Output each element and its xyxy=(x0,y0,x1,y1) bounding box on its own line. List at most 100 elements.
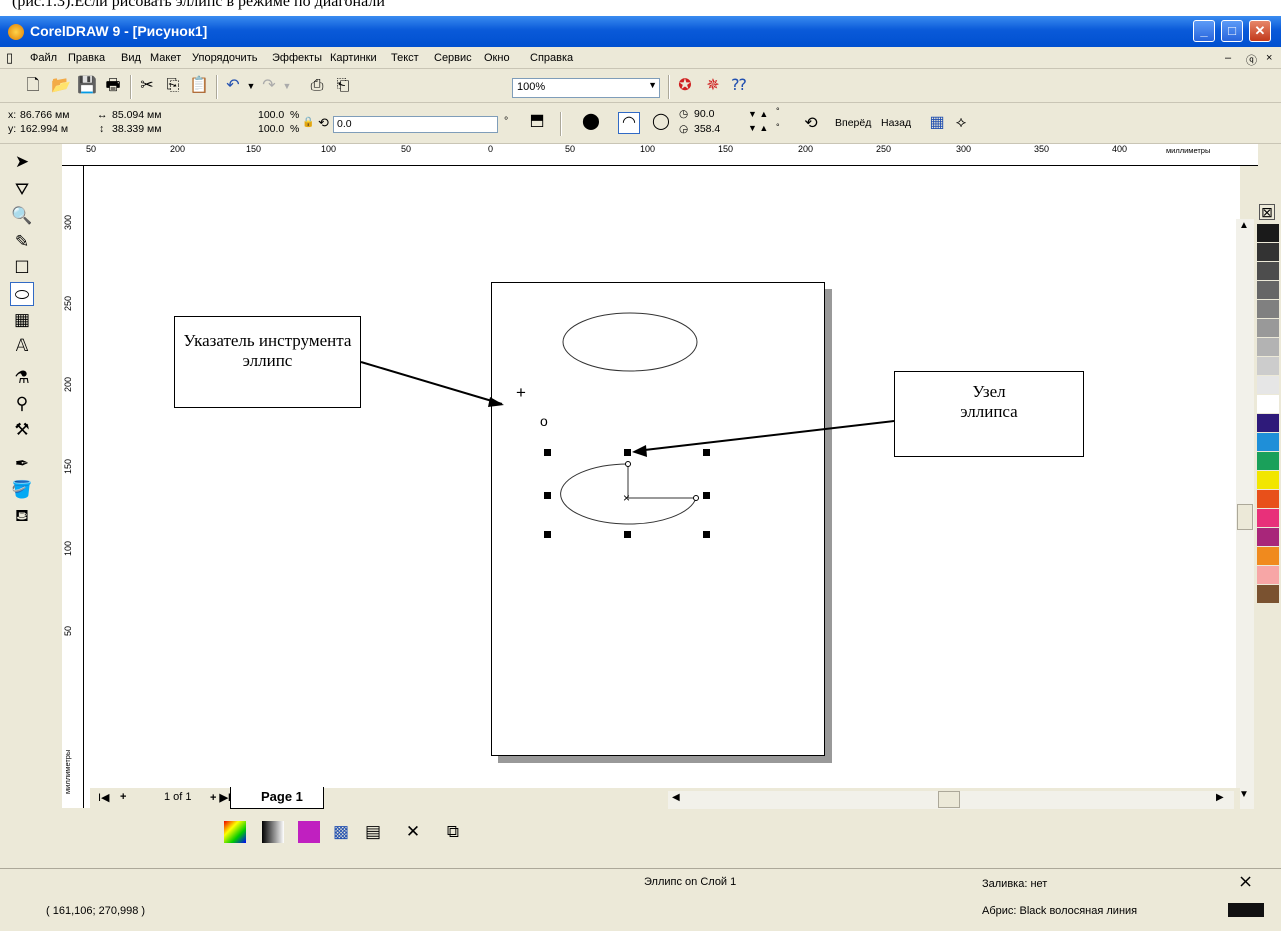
start-angle-value[interactable]: 90.0 xyxy=(694,108,714,120)
outline-tool-icon[interactable]: ✒ xyxy=(10,452,34,476)
texture-fill-icon[interactable]: ▩ xyxy=(330,821,352,843)
import-icon[interactable]: ⎙ xyxy=(306,76,328,96)
back-button[interactable]: Назад xyxy=(881,117,911,129)
freehand-tool-icon[interactable]: ✎ xyxy=(10,230,34,254)
scale-y-value[interactable]: 100.0 xyxy=(258,123,284,135)
palette-swatch[interactable] xyxy=(1257,224,1279,243)
selection-handle[interactable] xyxy=(703,449,710,456)
no-color-swatch[interactable]: ⊠ xyxy=(1259,204,1275,220)
palette-swatch[interactable] xyxy=(1257,262,1279,281)
fountain-fill-icon[interactable] xyxy=(262,821,284,843)
pattern-fill-icon[interactable] xyxy=(298,821,320,843)
palette-swatch[interactable] xyxy=(1257,338,1279,357)
palette-swatch[interactable] xyxy=(1257,281,1279,300)
menu-view[interactable]: Вид xyxy=(121,52,141,64)
convert-to-curves-icon[interactable]: ⟡ xyxy=(950,113,972,133)
y-position-value[interactable]: 162.994 м xyxy=(20,123,68,135)
palette-swatch[interactable] xyxy=(1257,528,1279,547)
open-folder-icon[interactable]: 📂 xyxy=(50,76,72,96)
palette-swatch[interactable] xyxy=(1257,547,1279,566)
palette-swatch[interactable] xyxy=(1257,243,1279,262)
add-page-after-icon[interactable]: + ▶I xyxy=(210,791,231,804)
palette-swatch[interactable] xyxy=(1257,395,1279,414)
copy-icon[interactable]: ⎘ xyxy=(162,76,184,96)
menu-bitmaps[interactable]: Картинки xyxy=(330,52,377,64)
menu-file[interactable]: Файл xyxy=(30,52,57,64)
shape-tool-icon[interactable]: ⛛ xyxy=(10,178,34,202)
zoom-tool-icon[interactable]: 🔍 xyxy=(10,204,34,228)
graph-paper-tool-icon[interactable]: ▦ xyxy=(10,308,34,332)
palette-swatch[interactable] xyxy=(1257,566,1279,585)
save-icon[interactable]: 💾 xyxy=(76,76,98,96)
palette-swatch[interactable] xyxy=(1257,414,1279,433)
height-value[interactable]: 38.339 мм xyxy=(112,123,161,135)
add-page-before-icon[interactable]: + xyxy=(120,791,126,803)
eyedropper-tool-icon[interactable]: ⚲ xyxy=(10,392,34,416)
palette-swatch[interactable] xyxy=(1257,452,1279,471)
tab-page-1[interactable]: Page 1 xyxy=(230,787,324,809)
menu-tools[interactable]: Сервис xyxy=(434,52,472,64)
interactive-fill-tool-icon[interactable]: ⚒ xyxy=(10,418,34,442)
palette-swatch[interactable] xyxy=(1257,490,1279,509)
scroll-left-icon[interactable]: ◀ xyxy=(672,792,680,803)
menu-edit[interactable]: Правка xyxy=(68,52,105,64)
palette-swatch[interactable] xyxy=(1257,357,1279,376)
mirror-buttons-icon[interactable]: ⬒ xyxy=(526,111,548,131)
vertical-scrollbar[interactable]: ▲ ▼ xyxy=(1236,219,1254,809)
scale-x-value[interactable]: 100.0 xyxy=(258,109,284,121)
x-position-value[interactable]: 86.766 мм xyxy=(20,109,69,121)
selection-handle[interactable] xyxy=(703,531,710,538)
doc-minimize-button[interactable]: – xyxy=(1225,52,1231,64)
corel-application-launcher-icon[interactable]: ✪ xyxy=(674,76,696,96)
new-file-icon[interactable]: 🗋 xyxy=(22,76,44,96)
document-icon[interactable]: ▯ xyxy=(6,50,13,66)
menu-window[interactable]: Окно xyxy=(484,52,510,64)
pick-tool-icon[interactable]: ➤ xyxy=(10,150,34,174)
pie-mode-icon[interactable]: ◠ xyxy=(618,112,640,134)
corel-online-icon[interactable]: ✵ xyxy=(702,76,724,96)
zoom-combo[interactable]: 100% ▼ xyxy=(512,78,660,98)
close-button[interactable]: ✕ xyxy=(1249,20,1271,42)
top-ruler[interactable]: 50 200 150 100 50 0 50 100 150 200 250 3… xyxy=(62,144,1258,166)
color-docker-icon[interactable]: ⧉ xyxy=(442,821,464,843)
palette-swatch[interactable] xyxy=(1257,433,1279,452)
palette-swatch[interactable] xyxy=(1257,585,1279,604)
lock-ratio-icon[interactable]: 🔒 xyxy=(302,117,314,128)
menu-text[interactable]: Текст xyxy=(391,52,419,64)
left-ruler[interactable]: 300 250 200 150 100 50 миллиметры xyxy=(62,166,84,808)
palette-swatch[interactable] xyxy=(1257,319,1279,338)
horizontal-scrollbar[interactable]: ◀ ▶ xyxy=(668,791,1234,809)
rotation-input[interactable]: 0.0 xyxy=(333,116,498,133)
selection-handle[interactable] xyxy=(624,449,631,456)
ellipse-node[interactable] xyxy=(693,495,699,501)
interactive-blend-tool-icon[interactable]: ⚗ xyxy=(10,366,34,390)
ellipse-tool-icon[interactable]: ⬭ xyxy=(10,282,34,306)
ellipse-mode-icon[interactable]: ⬤ xyxy=(580,112,602,132)
selection-handle[interactable] xyxy=(703,492,710,499)
angle-spin-up-icon[interactable]: ▼ ▲ xyxy=(748,109,768,119)
maximize-button[interactable]: □ xyxy=(1221,20,1243,42)
palette-swatch[interactable] xyxy=(1257,471,1279,490)
palette-swatch[interactable] xyxy=(1257,300,1279,319)
width-value[interactable]: 85.094 мм xyxy=(112,109,161,121)
forward-button[interactable]: Вперёд xyxy=(835,117,871,129)
selection-handle[interactable] xyxy=(544,492,551,499)
rectangle-tool-icon[interactable]: ☐ xyxy=(10,256,34,280)
palette-swatch[interactable] xyxy=(1257,509,1279,528)
export-icon[interactable]: ⎗ xyxy=(332,76,354,96)
wrap-text-icon[interactable]: ▦ xyxy=(926,113,948,133)
direction-toggle-icon[interactable]: ⟲ xyxy=(800,114,822,134)
ellipse-node[interactable] xyxy=(625,461,631,467)
scroll-up-icon[interactable]: ▲ xyxy=(1236,220,1252,231)
vertical-scroll-thumb[interactable] xyxy=(1237,504,1253,530)
first-page-icon[interactable]: I◀ xyxy=(98,791,110,804)
paste-icon[interactable]: 📋 xyxy=(188,76,210,96)
palette-swatch[interactable] xyxy=(1257,376,1279,395)
no-fill-icon[interactable]: ✕ xyxy=(402,821,424,843)
doc-close-button[interactable]: × xyxy=(1266,52,1272,64)
arc-mode-icon[interactable]: ◯ xyxy=(650,112,672,132)
drawing-canvas[interactable]: × + o Указатель инструмента эллипс Узел … xyxy=(84,166,1240,808)
selection-handle[interactable] xyxy=(544,531,551,538)
text-tool-icon[interactable]: 𝔸 xyxy=(10,334,34,358)
selection-handle[interactable] xyxy=(624,531,631,538)
